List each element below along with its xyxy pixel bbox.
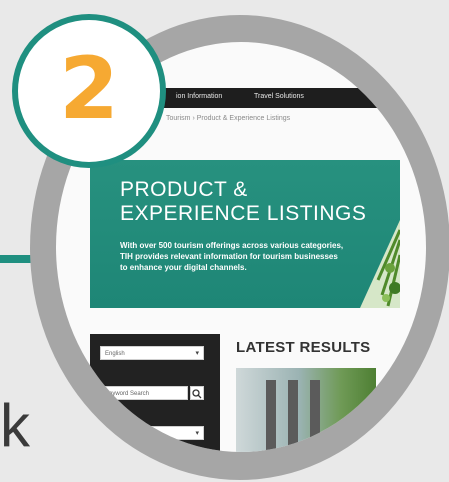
step-number: 2 (59, 39, 119, 139)
hero-title-line-2: EXPERIENCE LISTINGS (120, 202, 367, 225)
hero-description: With over 500 tourism offerings across v… (120, 241, 344, 272)
thumbnail-pillar (288, 380, 298, 452)
nav-item-information[interactable]: ion Information (176, 93, 222, 100)
sort-select[interactable]: Recently Updated ▾ (100, 426, 204, 440)
hero-title-line-1: PRODUCT & (120, 178, 248, 201)
result-thumbnail[interactable] (236, 368, 376, 452)
plant-image (360, 220, 400, 308)
keyword-search-placeholder: Keyword Search (105, 391, 150, 397)
thumbnail-pillar (266, 380, 276, 452)
keyword-search-input[interactable]: Keyword Search (100, 386, 188, 400)
filter-panel: English ▾ Keyword Search Recently Update… (90, 334, 220, 452)
nav-item-travel-solutions[interactable]: Travel Solutions (254, 93, 304, 100)
thumbnail-pillar (310, 380, 320, 452)
language-select[interactable]: English ▾ (100, 346, 204, 360)
search-button[interactable] (190, 386, 204, 400)
language-select-value: English (105, 351, 125, 357)
hero-banner: PRODUCT & EXPERIENCE LISTINGS With over … (90, 160, 400, 308)
search-icon (192, 389, 202, 399)
chevron-down-icon: ▾ (195, 430, 199, 437)
sort-select-value: Recently Updated (105, 431, 153, 437)
breadcrumb[interactable]: Tourism › Product & Experience Listings (166, 115, 290, 122)
step-number-badge: 2 (12, 14, 166, 168)
hero-title: PRODUCT & EXPERIENCE LISTINGS (120, 178, 390, 226)
latest-results-title: LATEST RESULTS (236, 339, 371, 356)
chevron-down-icon: ▾ (195, 350, 199, 357)
graphic-stage: k ion Information Travel Solutions Touri… (0, 0, 449, 482)
side-letter: k (0, 392, 30, 459)
